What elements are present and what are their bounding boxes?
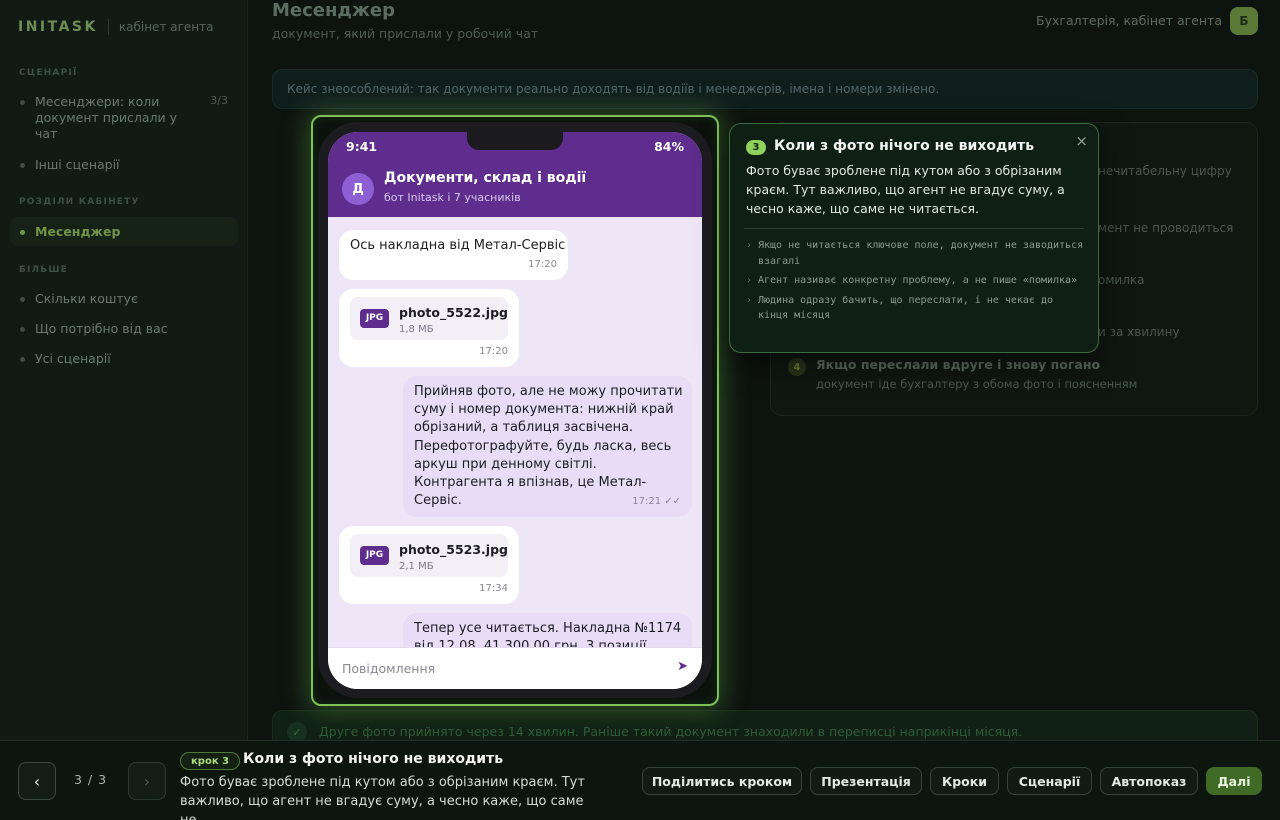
list-item: › Агент називає конкретну проблему, а не … — [746, 273, 1086, 289]
message-input[interactable]: Повідомлення — [342, 661, 435, 676]
sidebar-item-requirements[interactable]: Що потрібно від вас — [10, 321, 238, 336]
jpg-file-icon: JPG — [360, 546, 389, 565]
tour-bar: ‹ 3 / 3 › крок 3 Коли з фото нічого не в… — [0, 740, 1280, 820]
step-title: Коли з фото нічого не виходить — [243, 751, 504, 767]
status-battery: 84% — [654, 139, 684, 154]
bullet-icon — [20, 327, 25, 332]
sidebar-item-label: Що потрібно від вас — [35, 321, 168, 336]
result-text: Друге фото прийнято через 14 хвилин. Ран… — [319, 724, 1023, 739]
scenarios-button[interactable]: Сценарії — [1007, 767, 1092, 795]
bullet-icon — [20, 357, 25, 362]
bullet-icon — [20, 297, 25, 302]
bullet-text: Якщо не читається ключове поле, документ… — [758, 240, 1084, 267]
popover-bullets: › Якщо не читається ключове поле, докумен… — [746, 238, 1086, 328]
divider — [744, 228, 1084, 229]
sidebar-item-label: Месенджер — [35, 224, 121, 239]
next-button[interactable]: Далі — [1206, 767, 1262, 795]
jpg-file-icon: JPG — [360, 309, 389, 328]
presentation-button[interactable]: Презентація — [810, 767, 922, 795]
popover-title: Коли з фото нічого не виходить — [774, 138, 1035, 154]
page-title: Месенджер — [272, 0, 395, 21]
next-step-arrow-button[interactable]: › — [128, 762, 166, 800]
message-composer[interactable]: Повідомлення ➤ — [328, 647, 702, 689]
step-number: 4 — [788, 358, 806, 376]
section-title-cabinet: РОЗДІЛИ КАБІНЕТУ — [19, 197, 140, 207]
sidebar-item-all-scenarios[interactable]: Усі сценарії — [10, 351, 238, 366]
file-name: photo_5522.jpg — [399, 305, 508, 320]
outgoing-message: Прийняв фото, але не можу прочитати суму… — [403, 376, 692, 517]
file-size: 1,8 МБ — [399, 324, 434, 335]
sidebar-item-label: Скільки коштує — [35, 291, 138, 306]
list-item: › Якщо не читається ключове поле, докумен… — [746, 238, 1086, 269]
background-step-row: 4 Якщо переслали вдруге і знову погано д… — [786, 352, 1242, 398]
phone-notch — [467, 132, 563, 150]
message-text: Ось накладна від Метал-Сервіс — [350, 238, 566, 253]
incoming-message: Ось накладна від Метал-Сервіс 17:20 — [339, 230, 568, 280]
brand: INITASK кабінет агента — [18, 19, 213, 35]
brand-divider — [107, 19, 109, 35]
chevron-right-icon: › — [746, 240, 753, 251]
section-title-more: БІЛЬШЕ — [19, 265, 69, 275]
brand-logo: INITASK — [18, 19, 98, 35]
prev-step-button[interactable]: ‹ — [18, 762, 56, 800]
bullet-text: Людина одразу бачить, що переслати, і не… — [758, 294, 1054, 322]
sidebar-item-label: Месенджери: коли документ прислали у чат — [35, 94, 178, 141]
file-name: photo_5523.jpg — [399, 542, 508, 557]
file-attachment[interactable]: JPG photo_5522.jpg 1,8 МБ — [350, 297, 508, 340]
bullet-text: Агент називає конкретну проблему, а не п… — [758, 275, 1078, 286]
status-time: 9:41 — [346, 139, 378, 154]
sidebar-item-pricing[interactable]: Скільки коштує — [10, 291, 238, 306]
page-subtitle: документ, який прислали у робочий чат — [272, 26, 539, 41]
step-number-badge: 3 — [746, 140, 766, 155]
message-time: 17:20 — [479, 345, 508, 357]
user-label: Бухгалтерія, кабінет агента — [1036, 13, 1222, 28]
section-title-scenarios: СЦЕНАРІЇ — [19, 68, 78, 78]
step-title: Якщо переслали вдруге і знову погано — [816, 357, 1101, 372]
message-time: 17:20 — [528, 258, 557, 270]
step-subtitle: документ іде бухгалтеру з обома фото і п… — [816, 377, 1138, 391]
steps-button[interactable]: Кроки — [930, 767, 999, 795]
check-icon: ✓ — [287, 722, 307, 742]
sidebar-item-messengers-scenario[interactable]: Месенджери: коли документ прислали у чат… — [10, 94, 238, 142]
step-description: Фото буває зроблене під кутом або з обрі… — [180, 775, 585, 820]
background-text: и за хвилину — [1098, 325, 1180, 339]
phone-screen: Д Документи, склад і водії бот Initask і… — [328, 132, 702, 689]
sidebar-item-other-scenarios[interactable]: Інші сценарії — [10, 157, 238, 172]
chat-title: Документи, склад і водії — [384, 170, 587, 186]
close-icon[interactable]: × — [1075, 132, 1088, 150]
case-banner: Кейс знеособлений: так документи реально… — [272, 69, 1258, 109]
bullet-icon — [20, 230, 25, 235]
sidebar-item-count: 3/3 — [210, 94, 228, 107]
background-text: нечитабельну цифру — [1098, 164, 1232, 178]
bullet-icon — [20, 100, 25, 105]
list-item: › Людина одразу бачить, що переслати, і н… — [746, 293, 1086, 324]
autoplay-button[interactable]: Автопоказ — [1100, 767, 1198, 795]
share-step-button[interactable]: Поділитись кроком — [642, 767, 802, 795]
file-attachment[interactable]: JPG photo_5523.jpg 2,1 МБ — [350, 534, 508, 577]
chevron-right-icon: › — [746, 294, 753, 306]
chat-avatar: Д — [342, 173, 374, 205]
message-text: Прийняв фото, але не можу прочитати суму… — [414, 384, 683, 509]
file-size: 2,1 МБ — [399, 561, 434, 572]
bullet-icon — [20, 163, 25, 168]
incoming-file-message[interactable]: JPG photo_5523.jpg 2,1 МБ 17:34 — [339, 526, 519, 604]
sidebar-item-label: Усі сценарії — [35, 351, 111, 366]
message-time: 17:21 ✓✓ — [632, 495, 681, 507]
step-counter: 3 / 3 — [74, 772, 108, 787]
sidebar: INITASK кабінет агента СЦЕНАРІЇ Месендже… — [0, 0, 248, 740]
brand-subtitle: кабінет агента — [118, 20, 214, 34]
incoming-file-message[interactable]: JPG photo_5522.jpg 1,8 МБ 17:20 — [339, 289, 519, 367]
tour-popover: 3 Коли з фото нічого не виходить × Фото … — [729, 123, 1099, 353]
chevron-right-icon: › — [746, 275, 753, 286]
popover-body: Фото буває зроблене під кутом або з обрі… — [746, 163, 1065, 216]
message-time: 17:34 — [479, 582, 508, 594]
background-text: омилка — [1098, 273, 1145, 287]
chat-subtitle: бот Initask і 7 учасників — [384, 191, 521, 204]
sidebar-item-label: Інші сценарії — [35, 157, 120, 172]
background-text: мент не проводиться — [1098, 221, 1234, 235]
step-badge: крок 3 — [180, 752, 241, 770]
send-icon[interactable]: ➤ — [677, 659, 688, 674]
avatar[interactable]: Б — [1230, 7, 1258, 35]
sidebar-item-messenger[interactable]: Месенджер — [10, 217, 238, 246]
